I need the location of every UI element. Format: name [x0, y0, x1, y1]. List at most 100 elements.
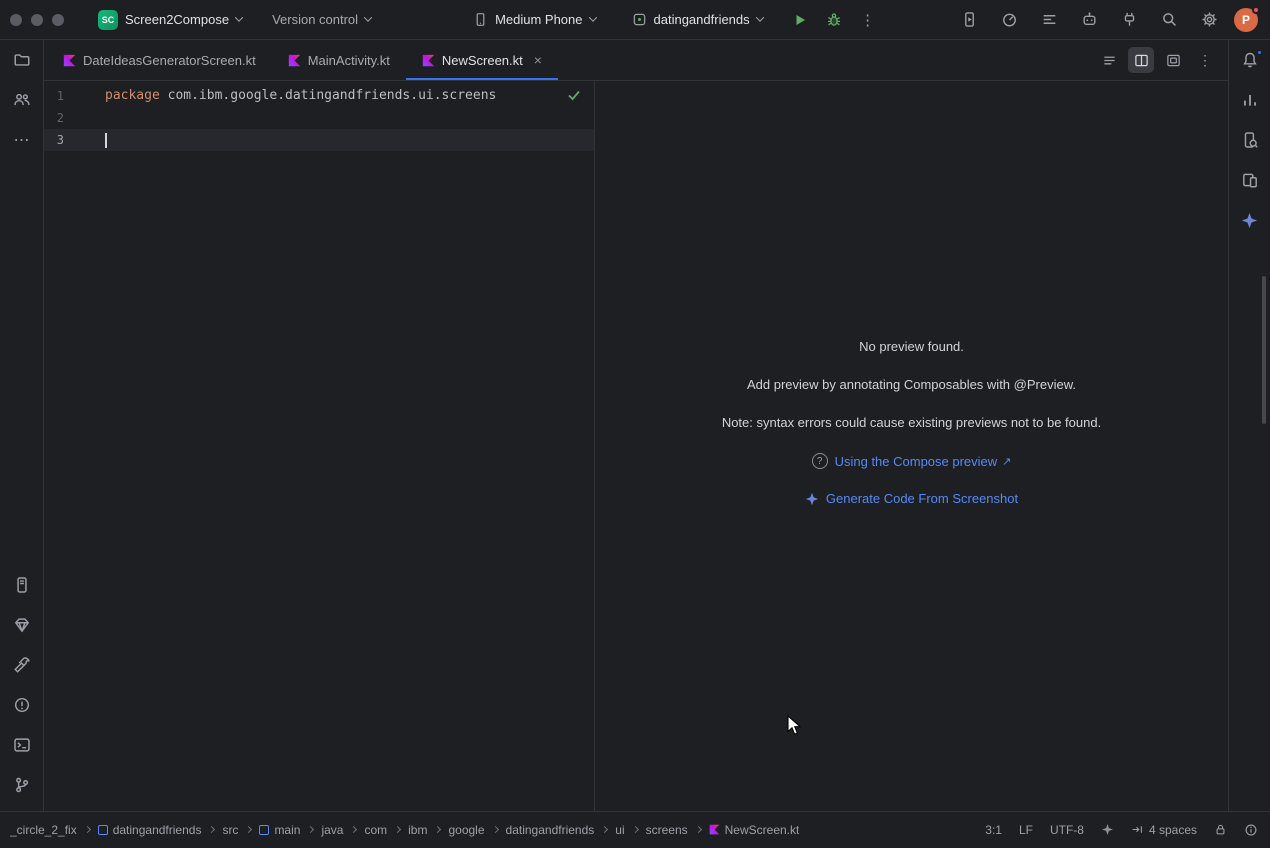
scrollbar-thumb[interactable] — [1262, 276, 1266, 424]
breadcrumb-item[interactable]: screens — [646, 823, 688, 837]
profiler-tool-icon[interactable] — [1228, 80, 1270, 120]
settings-icon[interactable] — [1194, 5, 1224, 35]
breadcrumb-item[interactable]: main — [259, 823, 300, 837]
tab-dateideasgeneratorscreen[interactable]: DateIdeasGeneratorScreen.kt — [47, 40, 272, 80]
breadcrumb-separator-icon — [632, 826, 639, 833]
kotlin-file-icon — [288, 54, 301, 67]
notification-dot — [1252, 6, 1260, 14]
debug-button[interactable] — [819, 5, 849, 35]
breadcrumb-item[interactable]: ui — [615, 823, 624, 837]
indent-widget[interactable]: 4 spaces — [1131, 823, 1197, 837]
generate-code-from-screenshot-link[interactable]: Generate Code From Screenshot — [805, 491, 1018, 506]
problems-icon[interactable] — [0, 685, 44, 725]
kotlin-file-icon — [709, 824, 720, 835]
breadcrumb-separator-icon — [84, 826, 91, 833]
device-mirroring-icon[interactable] — [0, 565, 44, 605]
run-configuration-selector[interactable]: datingandfriends — [624, 8, 771, 31]
breadcrumb-separator-icon — [307, 826, 314, 833]
design-mode-icon[interactable] — [1160, 47, 1186, 73]
project-name: Screen2Compose — [125, 12, 229, 27]
breadcrumb-item-file[interactable]: NewScreen.kt — [709, 823, 800, 837]
build-icon[interactable] — [0, 645, 44, 685]
line-separator-widget[interactable]: LF — [1019, 823, 1033, 837]
device-selector[interactable]: Medium Phone — [465, 8, 603, 31]
breadcrumb: _circle_2_fix datingandfriends src main … — [10, 823, 799, 837]
resource-manager-icon[interactable] — [0, 605, 44, 645]
project-tool-icon[interactable] — [0, 40, 44, 80]
breadcrumb-item[interactable]: src — [222, 823, 238, 837]
ai-sparkle-icon[interactable] — [1101, 823, 1114, 836]
run-button[interactable] — [785, 5, 815, 35]
titlebar-right-actions: P — [954, 5, 1270, 35]
editor-menu-icon[interactable]: ⋮ — [1192, 47, 1218, 73]
more-tool-windows-icon[interactable]: ⋯ — [0, 120, 44, 160]
caret-position-widget[interactable]: 3:1 — [985, 823, 1002, 837]
right-tool-stripe — [1228, 40, 1270, 811]
breadcrumb-separator-icon — [491, 826, 498, 833]
breadcrumb-item[interactable]: google — [448, 823, 484, 837]
help-link-label: Using the Compose preview — [835, 454, 998, 469]
breadcrumb-item[interactable]: datingandfriends — [98, 823, 202, 837]
tab-newscreen[interactable]: NewScreen.kt × — [406, 40, 558, 80]
kotlin-file-icon — [63, 54, 76, 67]
device-selector-label: Medium Phone — [495, 12, 582, 27]
close-window-button[interactable] — [10, 14, 22, 26]
logcat-icon[interactable] — [1034, 5, 1064, 35]
chevron-down-icon — [364, 13, 372, 21]
project-icon: SC — [98, 10, 118, 30]
version-control-tool-icon[interactable] — [0, 765, 44, 805]
code-line-current: 3 — [44, 129, 594, 151]
compose-preview-panel: No preview found. Add preview by annotat… — [595, 81, 1228, 811]
split-mode-icon[interactable] — [1128, 47, 1154, 73]
status-circle-icon[interactable] — [1244, 823, 1258, 837]
running-devices-icon[interactable] — [954, 5, 984, 35]
external-link-icon: ↗ — [1002, 455, 1011, 468]
more-actions-button[interactable]: ⋮ — [853, 5, 883, 35]
zoom-window-button[interactable] — [52, 14, 64, 26]
code-editor[interactable]: 1 package com.ibm.google.datingandfriend… — [44, 81, 595, 811]
ai-assistant-icon[interactable] — [1074, 5, 1104, 35]
project-widget[interactable]: SC Screen2Compose — [90, 6, 250, 34]
line-number: 3 — [44, 129, 64, 151]
breadcrumb-item[interactable]: ibm — [408, 823, 427, 837]
profiler-icon[interactable] — [994, 5, 1024, 35]
breadcrumb-item[interactable]: _circle_2_fix — [10, 823, 77, 837]
minimize-window-button[interactable] — [31, 14, 43, 26]
editor-column: DateIdeasGeneratorScreen.kt MainActivity… — [44, 40, 1228, 811]
close-tab-icon[interactable]: × — [534, 53, 542, 67]
editor-tabbar: DateIdeasGeneratorScreen.kt MainActivity… — [44, 40, 1228, 81]
module-icon — [98, 825, 108, 835]
tab-mainactivity[interactable]: MainActivity.kt — [272, 40, 406, 80]
version-control-widget[interactable]: Version control — [264, 8, 379, 31]
breadcrumb-separator-icon — [695, 826, 702, 833]
search-everywhere-icon[interactable] — [1154, 5, 1184, 35]
more-horizontal-icon: ⋯ — [14, 130, 30, 150]
code-line: 1 package com.ibm.google.datingandfriend… — [44, 85, 594, 107]
profile-avatar[interactable]: P — [1234, 8, 1258, 32]
device-manager-icon[interactable] — [1114, 5, 1144, 35]
line-number: 1 — [44, 85, 64, 107]
readonly-lock-icon[interactable] — [1214, 823, 1227, 836]
device-manager-tool-icon[interactable] — [1228, 160, 1270, 200]
breadcrumb-item[interactable]: datingandfriends — [506, 823, 595, 837]
terminal-icon[interactable] — [0, 725, 44, 765]
gemini-icon[interactable] — [1228, 200, 1270, 240]
titlebar: SC Screen2Compose Version control Medium… — [0, 0, 1270, 40]
inspection-status-icon[interactable] — [566, 87, 582, 103]
window-controls — [10, 14, 64, 26]
device-explorer-icon[interactable] — [1228, 120, 1270, 160]
encoding-widget[interactable]: UTF-8 — [1050, 823, 1084, 837]
code-mode-icon[interactable] — [1096, 47, 1122, 73]
breadcrumb-item[interactable]: com — [364, 823, 387, 837]
code-line: 2 — [44, 107, 594, 129]
more-vertical-icon: ⋮ — [860, 11, 875, 29]
chevron-down-icon — [588, 13, 596, 21]
notifications-icon[interactable] — [1228, 40, 1270, 80]
breadcrumb-item[interactable]: java — [321, 823, 343, 837]
help-icon: ? — [812, 453, 828, 469]
compose-preview-help[interactable]: ? Using the Compose preview ↗ — [812, 453, 1012, 469]
preview-message: Add preview by annotating Composables wi… — [747, 377, 1076, 393]
pull-requests-icon[interactable] — [0, 80, 44, 120]
notification-badge — [1256, 49, 1263, 56]
preview-message: No preview found. — [859, 339, 964, 355]
